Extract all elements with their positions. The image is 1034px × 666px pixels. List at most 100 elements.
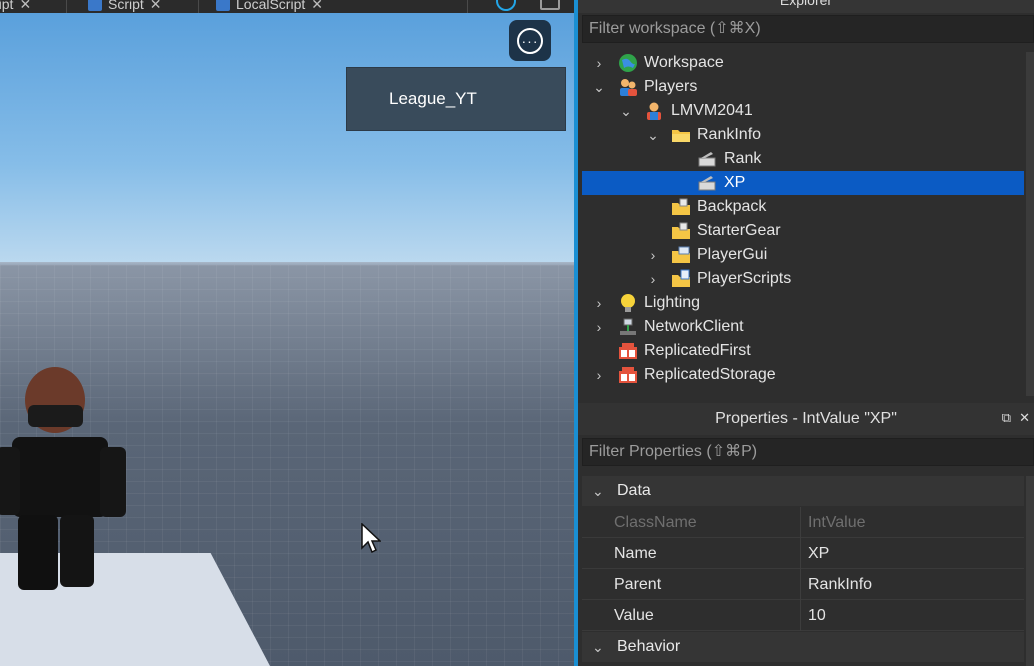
column-divider bbox=[800, 600, 801, 631]
tree-item-label: RankInfo bbox=[697, 126, 762, 143]
property-value[interactable]: RankInfo bbox=[808, 569, 872, 600]
property-name: ClassName bbox=[614, 514, 697, 531]
property-name: Value bbox=[614, 607, 654, 624]
chevron-right-icon[interactable]: › bbox=[593, 319, 605, 335]
restore-icon[interactable]: ⧉ bbox=[1002, 410, 1011, 426]
tree-item-replicatedstorage[interactable]: › ReplicatedStorage bbox=[582, 363, 1024, 387]
property-row-value[interactable]: Value 10 bbox=[582, 600, 1024, 631]
value-icon bbox=[698, 152, 716, 167]
localscript-icon bbox=[216, 0, 230, 11]
close-icon[interactable]: ✕ bbox=[150, 0, 162, 11]
section-data[interactable]: ⌄ Data bbox=[582, 476, 1024, 506]
tree-item-playerscripts[interactable]: › PlayerScripts bbox=[582, 267, 1024, 291]
chevron-down-icon[interactable]: ⌄ bbox=[647, 127, 659, 144]
chevron-down-icon[interactable]: ⌄ bbox=[592, 476, 604, 506]
chevron-down-icon[interactable]: ⌄ bbox=[593, 79, 605, 96]
tab-divider bbox=[66, 0, 67, 13]
tab-localscript[interactable]: LocalScript ✕ bbox=[216, 0, 323, 13]
tree-item-players[interactable]: ⌄ Players bbox=[582, 75, 1024, 99]
column-divider bbox=[800, 507, 801, 538]
property-value[interactable]: XP bbox=[808, 538, 829, 569]
properties-panel: Properties - IntValue "XP" ⧉ ✕ Filter Pr… bbox=[578, 400, 1034, 666]
property-row-parent[interactable]: Parent RankInfo bbox=[582, 569, 1024, 600]
globe-icon bbox=[619, 54, 637, 72]
player-icon bbox=[647, 102, 661, 120]
backpack-icon bbox=[672, 198, 690, 215]
player-name: League_YT bbox=[389, 89, 477, 108]
property-row-name[interactable]: Name XP bbox=[582, 538, 1024, 569]
tree-item-workspace[interactable]: › Workspace bbox=[582, 51, 1024, 75]
explorer-panel: Explorer Filter workspace (⇧⌘X) › Worksp… bbox=[578, 0, 1034, 400]
property-value[interactable]: 10 bbox=[808, 600, 826, 631]
tree-item-label: Lighting bbox=[644, 294, 701, 311]
device-icon[interactable] bbox=[540, 0, 560, 10]
chevron-right-icon[interactable]: › bbox=[593, 55, 605, 71]
chevron-right-icon[interactable]: › bbox=[593, 367, 605, 383]
tree-item-label: PlayerGui bbox=[697, 246, 768, 263]
tab-script-partial[interactable]: ript ✕ bbox=[0, 0, 31, 13]
folder-icon bbox=[672, 130, 690, 142]
tree-item-lighting[interactable]: › Lighting bbox=[582, 291, 1024, 315]
startergear-icon bbox=[672, 222, 690, 239]
chevron-down-icon[interactable]: ⌄ bbox=[620, 103, 632, 120]
tree-item-replicatedfirst[interactable]: ReplicatedFirst bbox=[582, 339, 1024, 363]
players-icon bbox=[620, 79, 637, 96]
script-tab-bar: ript ✕ Script ✕ LocalScript ✕ bbox=[0, 0, 574, 13]
tab-label: Script bbox=[108, 0, 144, 12]
playerscripts-icon bbox=[672, 269, 690, 287]
tree-item-rankinfo[interactable]: ⌄ RankInfo bbox=[582, 123, 1024, 147]
chevron-down-icon[interactable]: ⌄ bbox=[592, 632, 604, 662]
property-value: IntValue bbox=[808, 514, 866, 531]
close-icon[interactable]: ✕ bbox=[19, 0, 31, 11]
tree-item-networkclient[interactable]: › NetworkClient bbox=[582, 315, 1024, 339]
property-row-classname: ClassName IntValue bbox=[582, 507, 1024, 538]
tab-divider bbox=[467, 0, 468, 13]
properties-window-controls: ⧉ ✕ bbox=[1002, 410, 1030, 426]
chevron-right-icon[interactable]: › bbox=[647, 247, 659, 263]
tree-item-lmvm2041[interactable]: ⌄ LMVM2041 bbox=[582, 99, 1024, 123]
properties-scrollbar[interactable] bbox=[1026, 476, 1034, 666]
lightbulb-icon bbox=[621, 294, 635, 312]
playergui-icon bbox=[672, 246, 690, 263]
chevron-right-icon[interactable]: › bbox=[593, 295, 605, 311]
properties-filter-input[interactable]: Filter Properties (⇧⌘P) bbox=[582, 438, 1034, 466]
tree-item-label: NetworkClient bbox=[644, 318, 744, 335]
close-icon[interactable]: ✕ bbox=[311, 0, 323, 11]
mouse-cursor-icon bbox=[361, 523, 381, 554]
explorer-title: Explorer bbox=[578, 0, 1034, 13]
close-icon[interactable]: ✕ bbox=[1019, 410, 1030, 426]
section-title: Behavior bbox=[617, 638, 681, 655]
player-list-entry[interactable]: League_YT bbox=[346, 67, 566, 131]
replicated-icon bbox=[619, 343, 637, 359]
tree-item-backpack[interactable]: Backpack bbox=[582, 195, 1024, 219]
tree-item-label: StarterGear bbox=[697, 222, 781, 239]
chevron-right-icon[interactable]: › bbox=[647, 271, 659, 287]
tree-item-label: Rank bbox=[724, 150, 762, 167]
explorer-scrollbar[interactable] bbox=[1026, 52, 1034, 396]
property-name: Parent bbox=[614, 576, 662, 593]
section-behavior[interactable]: ⌄ Behavior bbox=[582, 632, 1024, 662]
explorer-filter-input[interactable]: Filter workspace (⇧⌘X) bbox=[582, 15, 1034, 43]
tab-script[interactable]: Script ✕ bbox=[88, 0, 162, 13]
sky bbox=[0, 13, 574, 265]
more-icon: ··· bbox=[517, 27, 543, 54]
replicated-icon bbox=[619, 367, 637, 383]
network-icon bbox=[620, 318, 636, 335]
sync-icon[interactable] bbox=[496, 0, 516, 11]
player-avatar bbox=[0, 367, 126, 590]
column-divider bbox=[800, 569, 801, 600]
tab-label: ript bbox=[0, 0, 14, 12]
more-options-button[interactable]: ··· bbox=[509, 20, 551, 61]
tree-item-label: ReplicatedStorage bbox=[644, 366, 776, 383]
section-title: Data bbox=[617, 482, 651, 499]
tree-item-label: XP bbox=[724, 174, 746, 191]
tab-label: LocalScript bbox=[236, 0, 306, 12]
game-viewport[interactable]: ript ✕ Script ✕ LocalScript ✕ ··· League… bbox=[0, 0, 574, 666]
tree-item-playergui[interactable]: › PlayerGui bbox=[582, 243, 1024, 267]
tree-item-label: Backpack bbox=[697, 198, 767, 215]
tree-item-rank[interactable]: Rank bbox=[582, 147, 1024, 171]
tree-item-xp[interactable]: XP bbox=[582, 171, 1024, 195]
tree-item-label: Workspace bbox=[644, 54, 724, 71]
tree-item-startergear[interactable]: StarterGear bbox=[582, 219, 1024, 243]
tree-item-label: PlayerScripts bbox=[697, 270, 792, 287]
